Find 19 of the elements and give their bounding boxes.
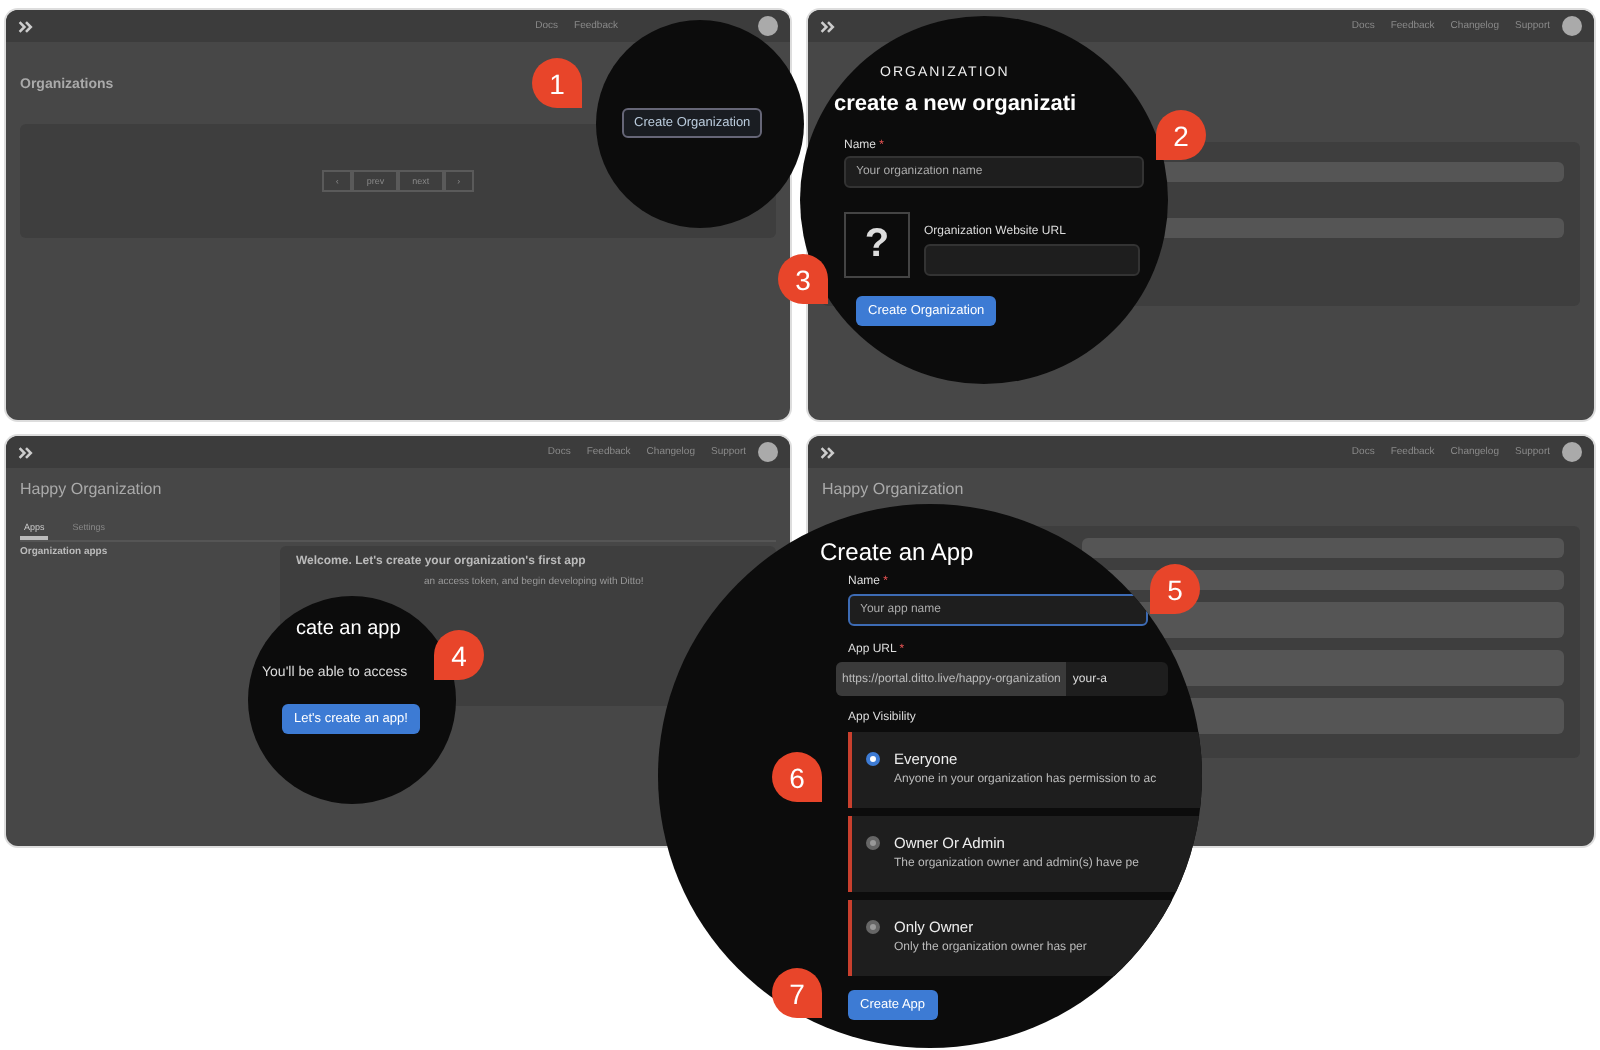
page-title: Happy Organization [822, 480, 964, 498]
logo-icon[interactable] [18, 19, 34, 33]
avatar-icon[interactable] [1562, 442, 1582, 462]
avatar-icon[interactable] [758, 16, 778, 36]
step-badge: 7 [772, 968, 822, 1018]
radio-button[interactable] [866, 836, 880, 850]
radio-button[interactable] [866, 920, 880, 934]
logo-icon[interactable] [820, 445, 836, 459]
logo-icon[interactable] [18, 445, 34, 459]
page-title: Happy Organization [20, 480, 162, 498]
avatar-icon[interactable] [1562, 16, 1582, 36]
form-heading: Create an App [820, 538, 974, 566]
form-heading: create a new organizati [834, 92, 1077, 116]
logo-icon[interactable] [820, 19, 836, 33]
card-heading: cate an app [296, 618, 401, 640]
radio-button[interactable] [866, 752, 880, 766]
url-input[interactable] [924, 244, 1140, 276]
avatar-icon[interactable] [758, 442, 778, 462]
logo-placeholder[interactable]: ? [844, 212, 910, 278]
